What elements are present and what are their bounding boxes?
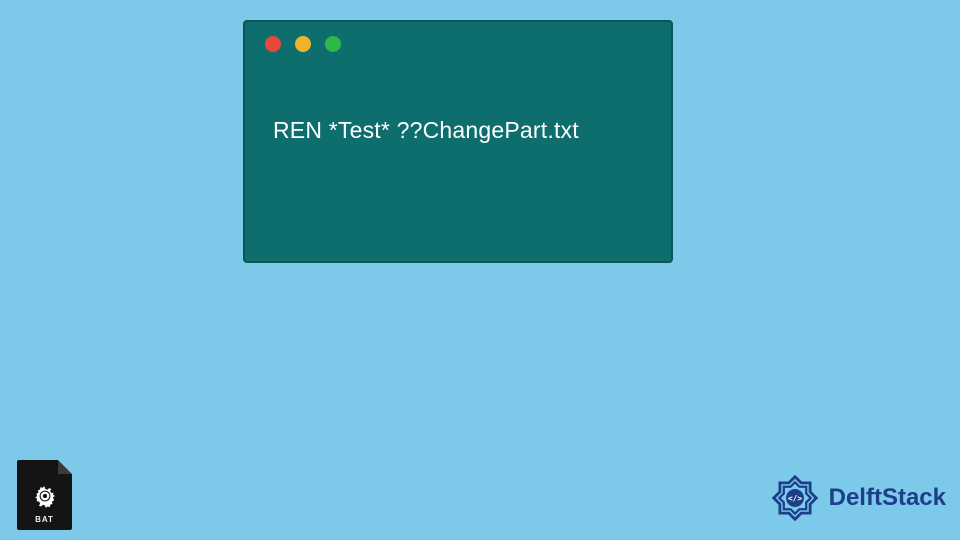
gear-icon xyxy=(32,483,58,509)
maximize-icon xyxy=(325,36,341,52)
minimize-icon xyxy=(295,36,311,52)
brand: </> DelftStack xyxy=(767,470,946,526)
bat-label: BAT xyxy=(35,515,54,524)
brand-text: DelftStack xyxy=(829,484,946,512)
brand-logo-icon: </> xyxy=(767,470,823,526)
bat-file-icon: BAT xyxy=(17,460,72,530)
svg-text:</>: </> xyxy=(788,494,802,503)
code-content: REN *Test* ??ChangePart.txt xyxy=(273,117,651,144)
close-icon xyxy=(265,36,281,52)
code-window: REN *Test* ??ChangePart.txt xyxy=(243,20,673,263)
traffic-lights xyxy=(265,36,341,52)
